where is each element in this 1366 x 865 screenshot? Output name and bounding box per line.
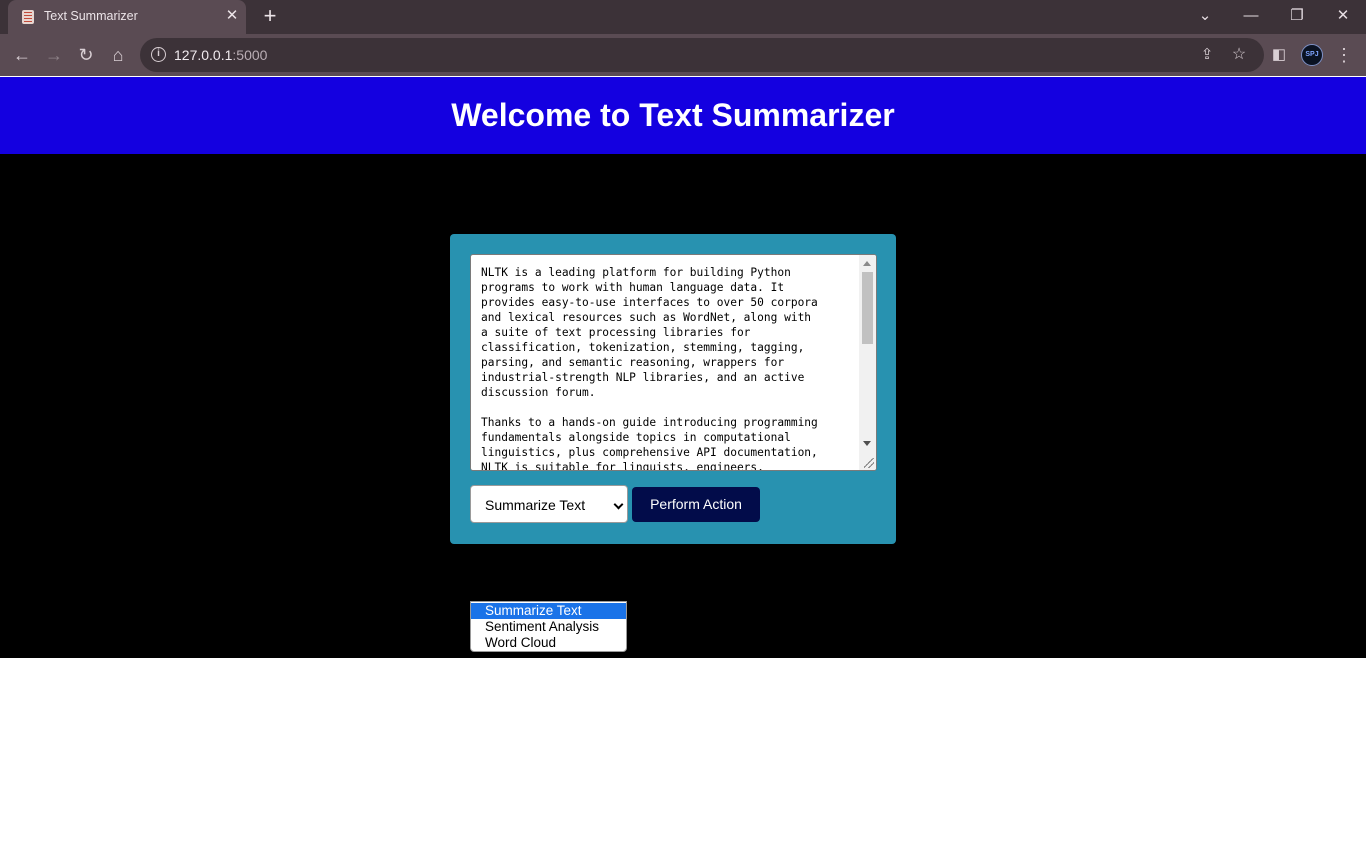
scroll-thumb[interactable] [862, 272, 873, 344]
browser-tab[interactable]: Text Summarizer ✕ [8, 0, 246, 34]
bookmark-star-icon[interactable]: ☆ [1228, 44, 1250, 66]
restore-icon[interactable]: ❐ [1285, 5, 1309, 27]
browser-tab-bar: Text Summarizer ✕ + ⌄ — ❐ ✕ [0, 0, 1366, 34]
menu-icon[interactable]: ⋮ [1333, 44, 1355, 66]
new-tab-icon[interactable]: + [259, 5, 281, 27]
chevron-down-icon [613, 499, 624, 510]
close-tab-icon[interactable]: ✕ [224, 8, 240, 24]
page-body: Welcome to Text Summarizer NLTK is a lea… [0, 77, 1366, 658]
address-bar[interactable]: i 127.0.0.1:5000 ⇪ ☆ [140, 38, 1264, 72]
share-icon[interactable]: ⇪ [1196, 44, 1218, 66]
home-icon[interactable]: ⌂ [107, 44, 129, 66]
url-text: 127.0.0.1:5000 [174, 47, 267, 63]
tab-search-icon[interactable]: ⌄ [1193, 5, 1217, 27]
textarea-scrollbar[interactable] [859, 255, 876, 470]
back-icon[interactable]: ← [11, 44, 33, 66]
resize-grip-icon[interactable] [864, 458, 874, 468]
text-input-area[interactable]: NLTK is a leading platform for building … [470, 254, 877, 471]
action-select-value: Summarize Text [485, 497, 586, 513]
minimize-icon[interactable]: — [1239, 5, 1263, 27]
avatar[interactable]: SPJ [1301, 44, 1323, 66]
text-input-content[interactable]: NLTK is a leading platform for building … [481, 265, 861, 470]
url-port: :5000 [232, 47, 268, 63]
summarizer-card: NLTK is a leading platform for building … [450, 234, 896, 544]
perform-action-button[interactable]: Perform Action [632, 487, 760, 522]
option-summarize-text[interactable]: Summarize Text [471, 603, 626, 619]
action-dropdown-list: Summarize Text Sentiment Analysis Word C… [470, 601, 627, 652]
browser-toolbar: ← → ↻ ⌂ i 127.0.0.1:5000 ⇪ ☆ ◧ SPJ ⋮ [0, 34, 1366, 76]
close-window-icon[interactable]: ✕ [1331, 5, 1355, 27]
page-title: Welcome to Text Summarizer [451, 97, 895, 133]
tab-title: Text Summarizer [44, 9, 138, 23]
reload-icon[interactable]: ↻ [75, 44, 97, 66]
action-select[interactable]: Summarize Text [470, 485, 628, 523]
url-host: 127.0.0.1 [174, 47, 233, 63]
forward-icon[interactable]: → [43, 44, 65, 66]
option-sentiment-analysis[interactable]: Sentiment Analysis [471, 619, 626, 635]
site-info-icon[interactable]: i [151, 47, 166, 62]
scroll-down-icon[interactable] [863, 441, 871, 446]
notepad-icon [22, 10, 34, 24]
scroll-up-icon[interactable] [863, 261, 871, 266]
side-panel-icon[interactable]: ◧ [1268, 44, 1290, 66]
page-header: Welcome to Text Summarizer [0, 77, 1366, 154]
option-word-cloud[interactable]: Word Cloud [471, 635, 626, 651]
